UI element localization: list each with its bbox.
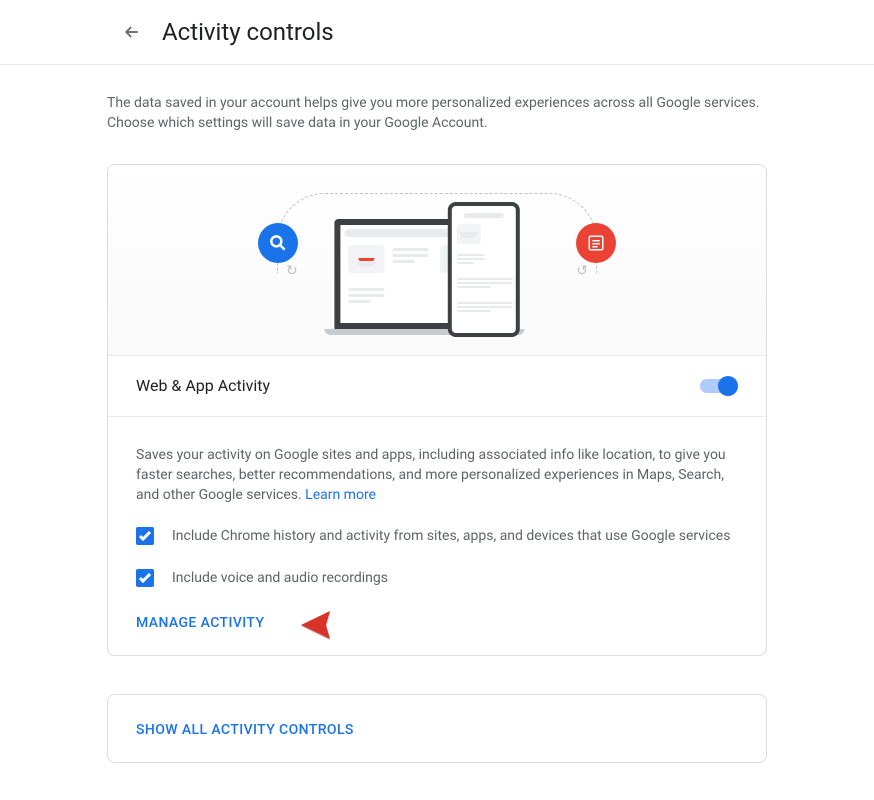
intro-text: The data saved in your account helps giv… (107, 93, 767, 134)
phone-illustration (448, 202, 520, 337)
section-header-row: Web & App Activity (108, 355, 766, 416)
voice-audio-checkbox[interactable] (136, 569, 154, 587)
section-description: Saves your activity on Google sites and … (136, 445, 738, 506)
content-area: The data saved in your account helps giv… (107, 65, 767, 763)
checkbox-label: Include voice and audio recordings (172, 569, 388, 589)
section-details: Saves your activity on Google sites and … (108, 416, 766, 655)
show-all-card: SHOW ALL ACTIVITY CONTROLS (107, 694, 767, 763)
checkbox-label: Include Chrome history and activity from… (172, 527, 730, 547)
chrome-history-checkbox[interactable] (136, 527, 154, 545)
card-illustration: ↻ ↺ (108, 165, 766, 355)
manage-activity-link[interactable]: MANAGE ACTIVITY (136, 615, 264, 631)
back-arrow-icon[interactable] (120, 20, 144, 44)
page-header: Activity controls (0, 0, 874, 65)
show-all-link[interactable]: SHOW ALL ACTIVITY CONTROLS (136, 722, 354, 738)
activity-toggle[interactable] (700, 376, 738, 396)
learn-more-link[interactable]: Learn more (305, 487, 376, 503)
activity-card: ↻ ↺ Web & App Activity (107, 164, 767, 656)
section-title: Web & App Activity (136, 376, 270, 395)
checkbox-row: Include voice and audio recordings (136, 569, 738, 589)
annotation-arrow-icon (296, 605, 396, 645)
arrow-loop-icon: ↺ (576, 263, 588, 279)
search-icon (258, 223, 298, 263)
checkbox-row: Include Chrome history and activity from… (136, 527, 738, 547)
arrow-loop-icon: ↻ (286, 263, 298, 279)
page-title: Activity controls (162, 18, 334, 46)
list-icon (576, 223, 616, 263)
